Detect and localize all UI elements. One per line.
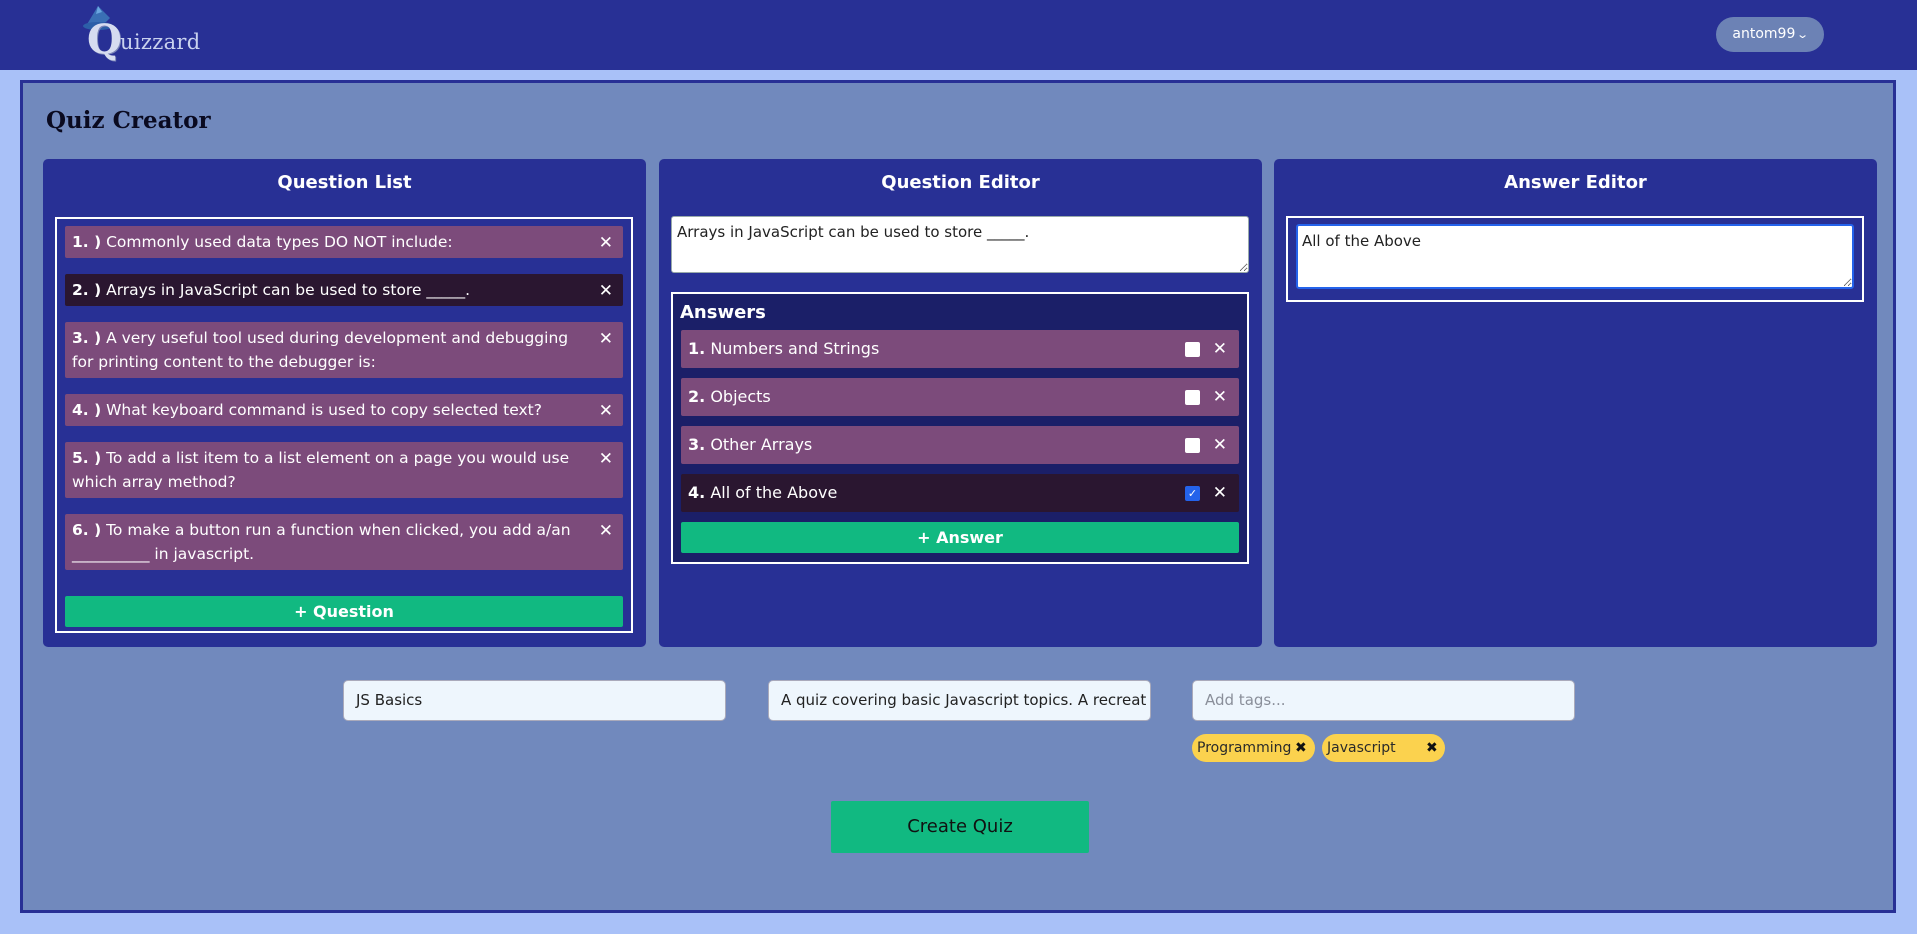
- question-text: Arrays in JavaScript can be used to stor…: [106, 281, 471, 299]
- answer-text-input[interactable]: All of the Above: [1296, 224, 1854, 289]
- question-item[interactable]: 1. ) Commonly used data types DO NOT inc…: [65, 226, 623, 258]
- question-text: What keyboard command is used to copy se…: [106, 401, 542, 419]
- question-list-panel: Question List 1. ) Commonly used data ty…: [43, 159, 646, 647]
- answer-editor-box: All of the Above: [1286, 216, 1864, 302]
- answer-text: Objects: [710, 387, 771, 406]
- delete-question-icon[interactable]: ✕: [599, 447, 613, 471]
- answer-text: Numbers and Strings: [710, 339, 880, 358]
- question-text: To add a list item to a list element on …: [72, 449, 570, 491]
- question-editor-title: Question Editor: [881, 172, 1040, 193]
- tag-chip: Javascript ✖: [1322, 734, 1445, 762]
- user-menu-button[interactable]: antom99⌄: [1716, 17, 1824, 52]
- page-title: Quiz Creator: [46, 107, 211, 134]
- question-number: 6. ): [72, 521, 102, 539]
- answer-text: Other Arrays: [710, 435, 813, 454]
- answer-item-selected[interactable]: 4. All of the Above ✓ ✕: [681, 474, 1239, 512]
- remove-tag-icon[interactable]: ✖: [1295, 734, 1307, 762]
- correct-answer-checkbox[interactable]: [1185, 438, 1200, 453]
- delete-question-icon[interactable]: ✕: [599, 327, 613, 351]
- question-list-title: Question List: [277, 172, 412, 193]
- answer-item[interactable]: 3. Other Arrays ✕: [681, 426, 1239, 464]
- correct-answer-checkbox-checked[interactable]: ✓: [1185, 486, 1200, 501]
- question-editor-panel: Question Editor Arrays in JavaScript can…: [659, 159, 1262, 647]
- add-question-button[interactable]: + Question: [65, 596, 623, 627]
- answer-number: 3.: [688, 435, 706, 454]
- correct-answer-checkbox[interactable]: [1185, 390, 1200, 405]
- delete-answer-icon[interactable]: ✕: [1213, 474, 1227, 512]
- delete-question-icon[interactable]: ✕: [599, 231, 613, 255]
- answer-item[interactable]: 2. Objects ✕: [681, 378, 1239, 416]
- answer-text: All of the Above: [710, 483, 838, 502]
- question-number: 4. ): [72, 401, 102, 419]
- question-item-selected[interactable]: 2. ) Arrays in JavaScript can be used to…: [65, 274, 623, 306]
- logo-text: uizzard: [120, 30, 201, 54]
- answers-list: Answers 1. Numbers and Strings ✕ 2. Obje…: [671, 292, 1249, 564]
- add-answer-button[interactable]: + Answer: [681, 522, 1239, 553]
- question-item[interactable]: 6. ) To make a button run a function whe…: [65, 514, 623, 570]
- quizzard-logo[interactable]: Q uizzard: [80, 4, 200, 66]
- question-list: 1. ) Commonly used data types DO NOT inc…: [55, 217, 633, 633]
- quiz-creator-container: Quiz Creator Question List 1. ) Commonly…: [20, 80, 1896, 913]
- answer-editor-title: Answer Editor: [1504, 172, 1647, 193]
- question-item[interactable]: 4. ) What keyboard command is used to co…: [65, 394, 623, 426]
- tag-label: Programming: [1197, 740, 1292, 756]
- answer-item[interactable]: 1. Numbers and Strings ✕: [681, 330, 1239, 368]
- quiz-description-input[interactable]: A quiz covering basic Javascript topics.…: [768, 680, 1151, 721]
- delete-answer-icon[interactable]: ✕: [1213, 330, 1227, 368]
- add-tags-input[interactable]: Add tags...: [1192, 680, 1575, 721]
- question-text-input[interactable]: Arrays in JavaScript can be used to stor…: [671, 216, 1249, 273]
- answer-editor-panel: Answer Editor All of the Above: [1274, 159, 1877, 647]
- answer-number: 1.: [688, 339, 706, 358]
- question-number: 3. ): [72, 329, 102, 347]
- question-item[interactable]: 3. ) A very useful tool used during deve…: [65, 322, 623, 378]
- quiz-name-input[interactable]: JS Basics: [343, 680, 726, 721]
- answer-number: 2.: [688, 387, 706, 406]
- question-number: 5. ): [72, 449, 102, 467]
- tag-label: Javascript: [1327, 740, 1396, 756]
- delete-answer-icon[interactable]: ✕: [1213, 426, 1227, 464]
- correct-answer-checkbox[interactable]: [1185, 342, 1200, 357]
- username-label: antom99: [1732, 26, 1796, 42]
- question-number: 1. ): [72, 233, 102, 251]
- delete-answer-icon[interactable]: ✕: [1213, 378, 1227, 416]
- answer-number: 4.: [688, 483, 706, 502]
- answers-heading: Answers: [680, 302, 766, 323]
- top-navbar: Q uizzard antom99⌄: [0, 0, 1917, 70]
- remove-tag-icon[interactable]: ✖: [1426, 734, 1438, 762]
- chevron-down-icon: ⌄: [1796, 28, 1810, 41]
- question-item[interactable]: 5. ) To add a list item to a list elemen…: [65, 442, 623, 498]
- logo-letter: Q: [87, 16, 122, 63]
- delete-question-icon[interactable]: ✕: [599, 399, 613, 423]
- delete-question-icon[interactable]: ✕: [599, 519, 613, 543]
- tag-chip: Programming ✖: [1192, 734, 1315, 762]
- create-quiz-button[interactable]: Create Quiz: [831, 801, 1089, 853]
- question-text: To make a button run a function when cli…: [72, 521, 571, 563]
- question-text: A very useful tool used during developme…: [72, 329, 569, 371]
- question-text: Commonly used data types DO NOT include:: [106, 233, 453, 251]
- delete-question-icon[interactable]: ✕: [599, 279, 613, 303]
- question-number: 2. ): [72, 281, 102, 299]
